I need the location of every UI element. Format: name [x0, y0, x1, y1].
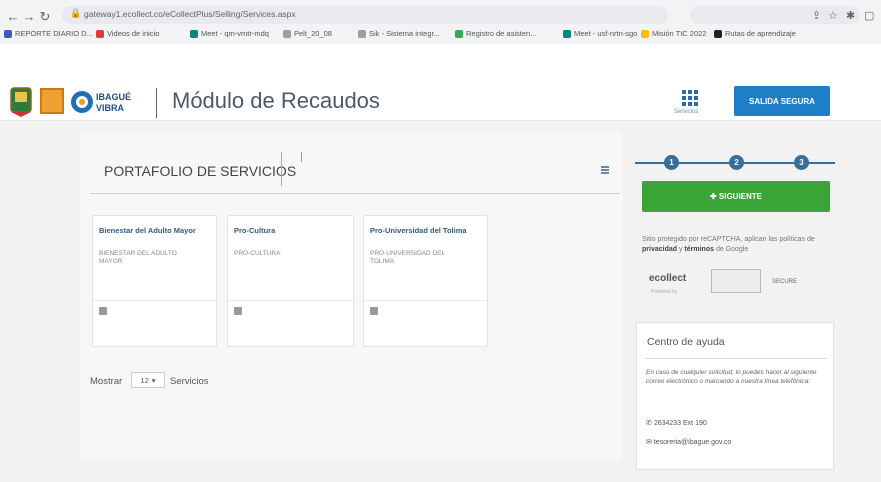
- phone-icon: ✆: [646, 420, 654, 427]
- service-card-title[interactable]: Pro-Cultura: [234, 226, 275, 235]
- help-email[interactable]: ✉ tesoreria@ibague.gov.co: [646, 438, 731, 446]
- bookmark-favicon-icon: [455, 29, 463, 38]
- portfolio-title: PORTAFOLIO DE SERVICIOS: [104, 163, 297, 179]
- help-center-title: Centro de ayuda: [647, 336, 725, 348]
- next-button[interactable]: ✚ SIGUIENTE: [642, 181, 830, 212]
- bookmark-item[interactable]: Misión TIC 2022: [641, 29, 706, 38]
- bookmark-favicon-icon: [4, 29, 12, 38]
- chevron-down-icon: ▾: [151, 375, 156, 385]
- card-action-icon[interactable]: [234, 307, 242, 315]
- card-divider: [364, 300, 487, 301]
- logo-text-vibra: VIBRA: [96, 103, 125, 113]
- recaptcha-notice: Sitio protegido por reCAPTCHA, aplican l…: [642, 235, 832, 255]
- share-icon[interactable]: ⇪: [812, 9, 821, 22]
- header-divider: [156, 88, 157, 118]
- help-phone-number[interactable]: 2634233 Ext 190: [654, 420, 707, 427]
- back-icon[interactable]: ←: [6, 10, 20, 24]
- bookmark-item[interactable]: Pelt_20_08: [283, 29, 332, 38]
- show-label: Mostrar: [90, 376, 123, 387]
- bookmark-favicon-icon: [714, 29, 722, 38]
- panel-divider: [90, 193, 620, 194]
- bookmark-label[interactable]: Pelt_20_08: [294, 29, 332, 38]
- card-divider: [228, 300, 353, 301]
- secure-logout-button[interactable]: SALIDA SEGURA: [734, 86, 830, 116]
- recaptcha-text-post: de Google: [715, 246, 749, 253]
- recaptcha-text-pre: Sitio protegido por reCAPTCHA, aplican l…: [642, 236, 815, 243]
- help-center-text: En caso de cualquier solicitud, lo puede…: [646, 369, 817, 385]
- bookmark-star-icon[interactable]: ☆: [828, 9, 838, 22]
- help-divider: [645, 358, 827, 359]
- terms-link[interactable]: términos: [684, 246, 714, 253]
- bookmark-favicon-icon: [641, 29, 649, 38]
- title-tick: [301, 152, 302, 162]
- card-divider: [93, 300, 216, 301]
- ibague-vibra-logo: IBAGUÉ VIBRA: [71, 91, 131, 113]
- bookmark-label[interactable]: Videos de inicio: [107, 29, 159, 38]
- bookmark-favicon-icon: [358, 29, 366, 38]
- service-card[interactable]: Bienestar del Adulto Mayor BIENESTAR DEL…: [92, 215, 217, 347]
- coat-of-arms-logo: [10, 87, 32, 117]
- help-email-address[interactable]: tesoreria@ibague.gov.co: [654, 439, 731, 446]
- service-card[interactable]: Pro-Universidad del Tolima PRO-UNIVERSID…: [363, 215, 488, 347]
- bookmark-item[interactable]: Meet - usf-nrtn-sgo: [563, 29, 637, 38]
- service-card-description: BIENESTAR DEL ADULTO MAYOR: [99, 250, 177, 265]
- bookmark-favicon-icon: [190, 29, 198, 38]
- services-label[interactable]: Servicios: [674, 109, 698, 115]
- help-phone[interactable]: ✆ 2634233 Ext 190: [646, 419, 707, 427]
- bookmark-item[interactable]: Rutas de aprendizaje: [714, 29, 796, 38]
- service-card-description: PRO-CULTURA: [234, 250, 281, 257]
- bookmark-favicon-icon: [563, 29, 571, 38]
- title-separator: [281, 152, 282, 186]
- service-card-title[interactable]: Pro-Universidad del Tolima: [370, 226, 467, 235]
- bookmark-favicon-icon: [283, 29, 291, 38]
- bookmark-label[interactable]: Meet - qm-vmtr-mdq: [201, 29, 269, 38]
- extensions-icon[interactable]: ✱: [846, 9, 855, 22]
- window-icon[interactable]: ▢: [864, 9, 874, 22]
- step-3[interactable]: 3: [794, 155, 809, 170]
- orange-logo: [40, 88, 64, 114]
- bookmark-item[interactable]: Registro de asisten...: [455, 29, 536, 38]
- secure-badge: SECURE: [772, 279, 798, 285]
- page-size-select[interactable]: 12 ▾: [131, 372, 165, 388]
- bookmark-label[interactable]: REPORTE DIARIO D...: [15, 29, 93, 38]
- logo-text-ibague: IBAGUÉ: [96, 92, 131, 102]
- email-icon: ✉: [646, 439, 654, 446]
- services-count-label: Servicios: [170, 376, 209, 387]
- reload-icon[interactable]: ↻: [38, 10, 52, 24]
- bookmark-label[interactable]: Registro de asisten...: [466, 29, 536, 38]
- service-card-description: PRO-UNIVERSIDAD DEL TOLIMA: [370, 250, 445, 265]
- page-size-value: 12: [140, 375, 149, 385]
- bookmark-item[interactable]: REPORTE DIARIO D...: [4, 29, 93, 38]
- step-2[interactable]: 2: [729, 155, 744, 170]
- ecollect-powered-by: Powered by: [651, 289, 678, 295]
- list-view-icon[interactable]: [601, 166, 609, 174]
- bookmark-item[interactable]: Videos de inicio: [96, 29, 159, 38]
- bookmark-label[interactable]: Rutas de aprendizaje: [725, 29, 796, 38]
- bookmark-favicon-icon: [96, 29, 104, 38]
- forward-icon[interactable]: →: [22, 10, 36, 24]
- bookmark-item[interactable]: Meet - qm-vmtr-mdq: [190, 29, 269, 38]
- bookmark-label[interactable]: Meet - usf-nrtn-sgo: [574, 29, 637, 38]
- card-action-icon[interactable]: [99, 307, 107, 315]
- address-url[interactable]: gateway1.ecollect.co/eCollectPlus/Sellin…: [84, 9, 296, 19]
- bookmark-label[interactable]: Sik - Sistema integr...: [369, 29, 440, 38]
- privacy-link[interactable]: privacidad: [642, 246, 677, 253]
- recaptcha-and: y: [678, 246, 683, 253]
- page-title: Módulo de Recaudos: [172, 88, 380, 113]
- step-1[interactable]: 1: [664, 155, 679, 170]
- recaptcha-badge: [711, 269, 761, 293]
- services-grid-icon[interactable]: [680, 88, 700, 108]
- card-action-icon[interactable]: [370, 307, 378, 315]
- service-card[interactable]: Pro-Cultura PRO-CULTURA: [227, 215, 354, 347]
- ecollect-logo: ecollect: [649, 273, 687, 284]
- bookmark-label[interactable]: Misión TIC 2022: [652, 29, 706, 38]
- bookmark-item[interactable]: Sik - Sistema integr...: [358, 29, 440, 38]
- service-card-title[interactable]: Bienestar del Adulto Mayor: [99, 226, 196, 235]
- lock-icon[interactable]: 🔒: [70, 8, 81, 19]
